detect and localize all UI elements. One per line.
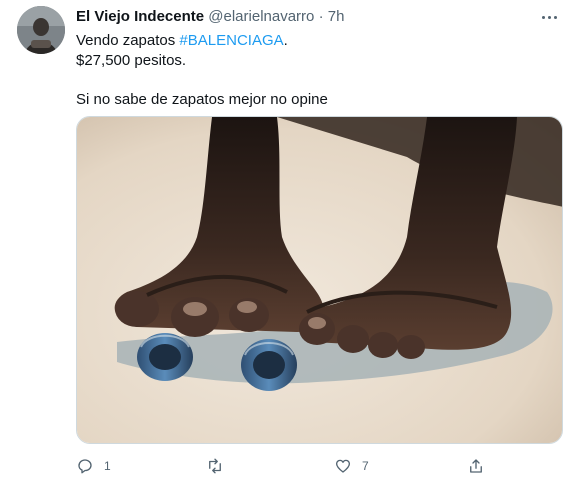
share-button[interactable]	[467, 456, 485, 476]
reply-icon	[78, 459, 92, 474]
tweet-text-suffix: .	[283, 32, 288, 49]
tweet-text-line-2: $27,500 pesitos.	[76, 52, 187, 69]
reply-button[interactable]: 1	[76, 456, 111, 476]
avatar[interactable]	[17, 6, 65, 54]
feet-photo-illustration	[77, 117, 562, 443]
tweet-text-prefix: Vendo zapatos	[76, 32, 180, 49]
timestamp[interactable]: 7h	[328, 8, 345, 25]
retweet-button[interactable]	[206, 456, 224, 476]
author-handle[interactable]: @elarielnavarro	[208, 8, 314, 25]
tweet: El Viejo Indecente @elarielnavarro · 7h …	[0, 0, 567, 487]
retweet-icon	[209, 458, 221, 474]
reply-count: 1	[104, 459, 111, 473]
avatar-image	[17, 6, 65, 54]
dot	[548, 16, 551, 19]
like-icon	[335, 459, 351, 473]
dot	[542, 16, 545, 19]
tweet-actions: 1 7	[76, 456, 556, 478]
tweet-text-line-1: Vendo zapatos #BALENCIAGA.	[76, 31, 288, 50]
separator-dot: ·	[318, 8, 324, 25]
like-count: 7	[362, 459, 369, 473]
tweet-photo[interactable]	[76, 116, 563, 444]
like-button[interactable]: 7	[334, 456, 369, 476]
author-name[interactable]: El Viejo Indecente	[76, 8, 204, 25]
share-icon	[470, 459, 482, 473]
tweet-header: El Viejo Indecente @elarielnavarro · 7h	[76, 8, 344, 25]
dot	[554, 16, 557, 19]
more-options-icon[interactable]	[540, 14, 560, 22]
hashtag-link[interactable]: #BALENCIAGA	[179, 32, 283, 49]
tweet-text-line-3: Si no sabe de zapatos mejor no opine	[76, 91, 328, 108]
